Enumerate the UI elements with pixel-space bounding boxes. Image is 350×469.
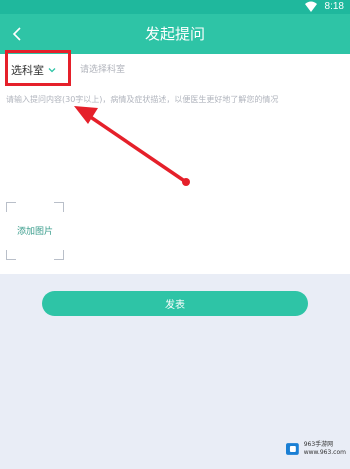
subject-selector-label: 选科室 xyxy=(11,64,44,77)
frame-corner xyxy=(54,250,64,260)
submit-button[interactable]: 发表 xyxy=(42,291,308,316)
add-image-button[interactable]: 添加图片 xyxy=(6,202,64,260)
wifi-icon xyxy=(305,1,317,12)
chevron-down-icon xyxy=(48,68,56,73)
watermark-brand: 963手游网 xyxy=(303,441,334,448)
page-title: 发起提问 xyxy=(144,25,205,43)
frame-corner xyxy=(6,250,16,260)
frame-corner xyxy=(54,202,64,212)
app-bar: 发起提问 xyxy=(0,14,350,54)
status-bar: 8:18 xyxy=(0,0,350,14)
status-time: 8:18 xyxy=(324,1,344,12)
question-input[interactable] xyxy=(6,92,346,106)
subject-hint: 请选择科室 xyxy=(80,65,126,75)
watermark-url: www.963.com xyxy=(303,449,346,456)
add-image-label: 添加图片 xyxy=(16,227,53,237)
frame-corner xyxy=(6,202,16,212)
subject-selector[interactable]: 选科室 xyxy=(11,61,56,79)
logo-icon xyxy=(286,443,299,455)
watermark: 963手游网 www.963.com xyxy=(286,439,346,459)
question-form: 选科室 请选择科室 添加图片 xyxy=(0,54,350,274)
